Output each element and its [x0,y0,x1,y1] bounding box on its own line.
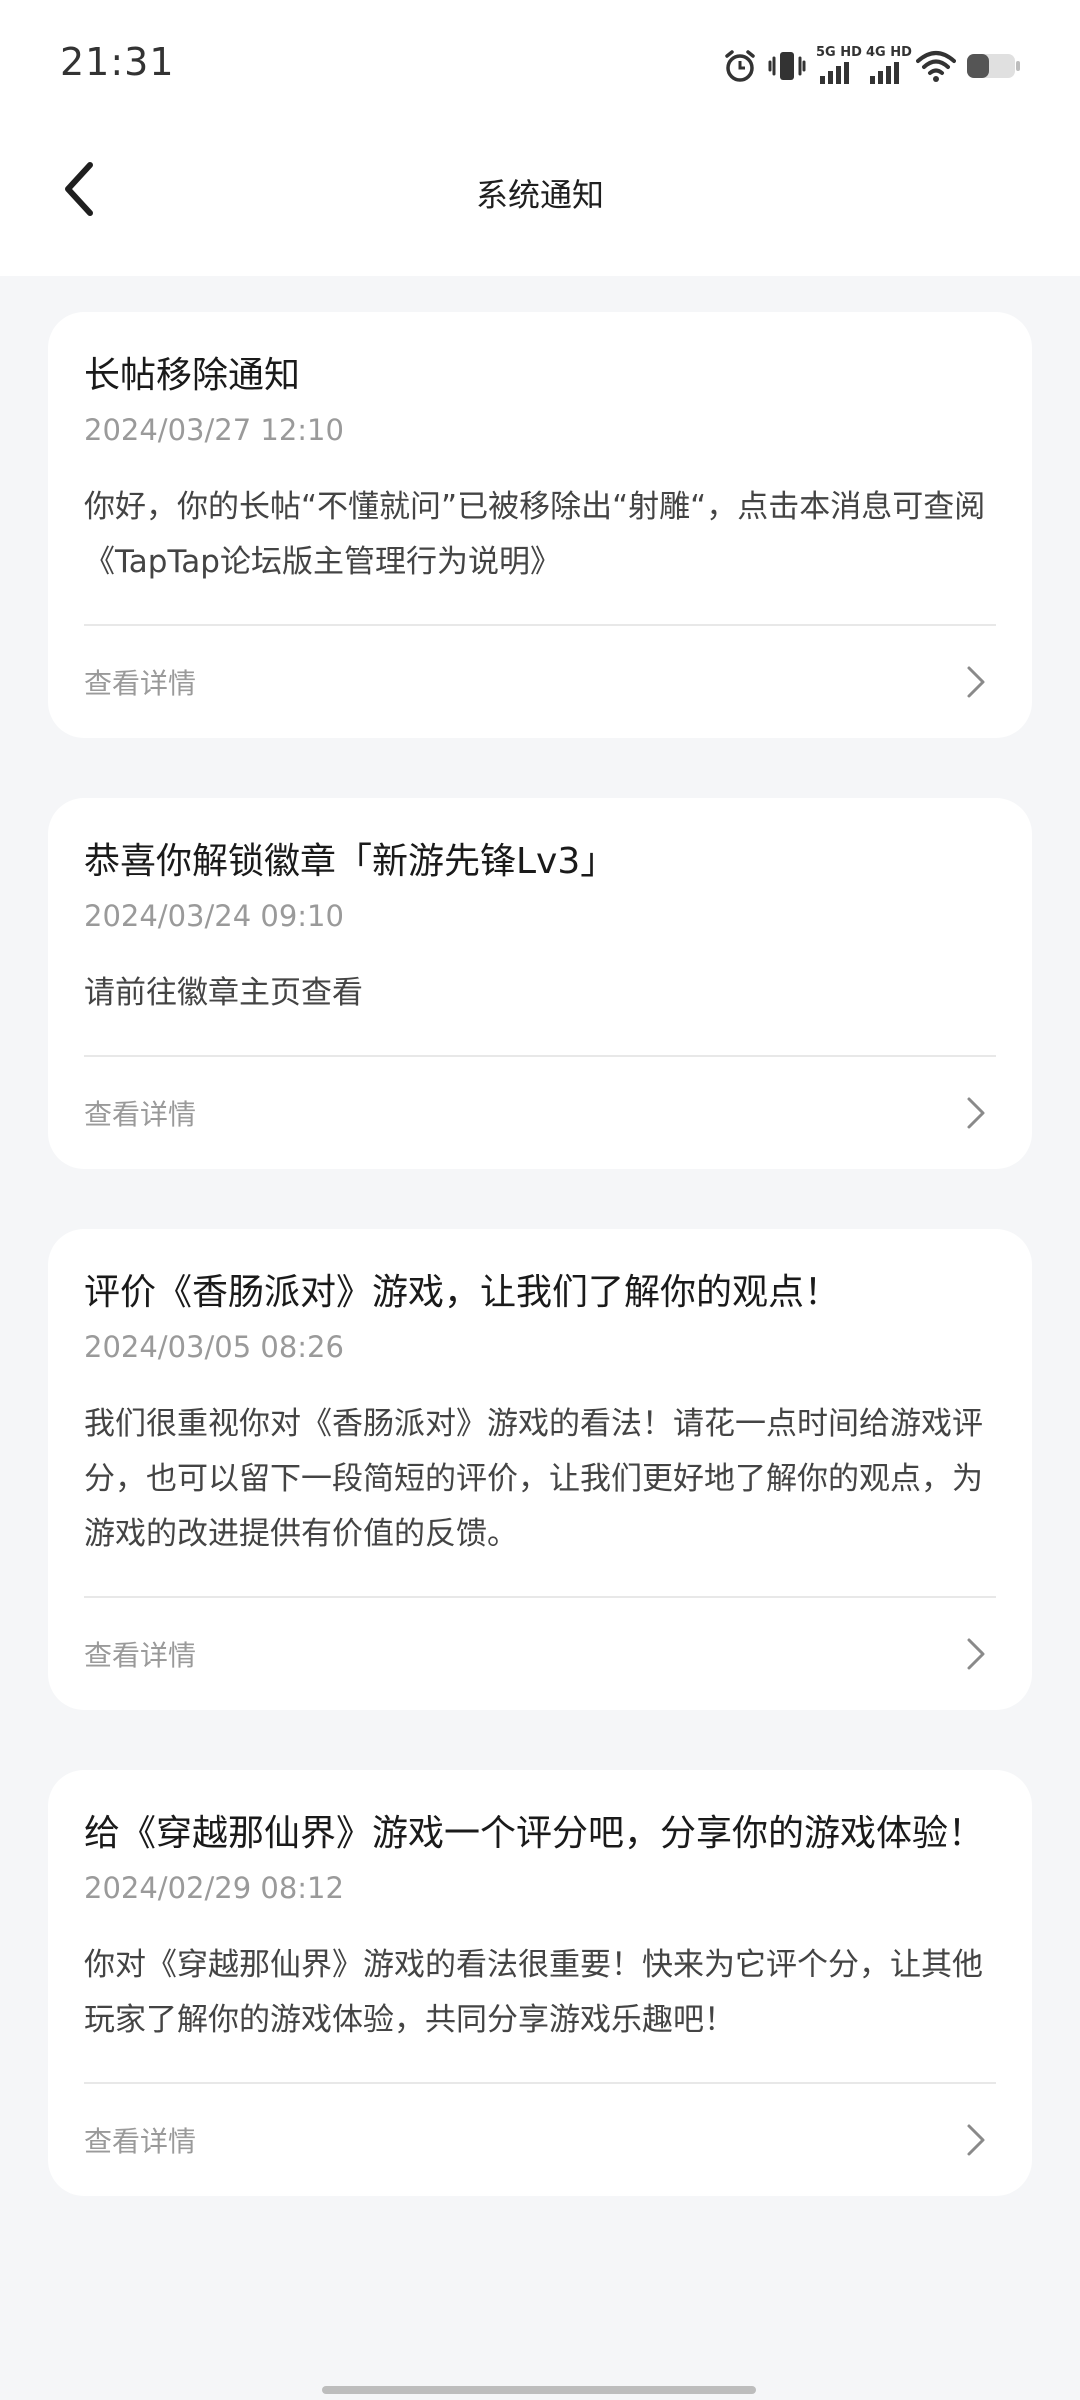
notification-body: 你好，你的长帖“不懂就问”已被移除出“射雕“，点击本消息可查阅《TapTap论坛… [84,489,986,580]
status-bar: 21:31 5G HD 4G HD [0,0,1080,130]
notification-card[interactable]: 评价《香肠派对》游戏，让我们了解你的观点！ 2024/03/05 08:26 我… [48,1229,1032,1710]
home-indicator[interactable] [322,2386,756,2394]
view-details-label: 查看详情 [84,2125,197,2158]
nav-bar: 系统通知 [0,130,1080,256]
notification-time: 2024/03/27 12:10 [84,413,344,447]
top-area: 21:31 5G HD 4G HD 系统通知 [0,0,1080,276]
notification-title: 评价《香肠派对》游戏，让我们了解你的观点！ [84,1272,841,1313]
signal-5g-hd-icon: 5G HD [816,46,862,86]
chevron-right-icon [956,1634,996,1674]
notification-body: 我们很重视你对《香肠派对》游戏的看法！请花一点时间给游戏评分，也可以留下一段简短… [84,1406,983,1552]
battery-icon [966,51,1022,81]
notification-body: 你对《穿越那仙界》游戏的看法很重要！快来为它评个分，让其他玩家了解你的游戏体验，… [84,1947,983,2038]
view-details-button[interactable]: 查看详情 [84,1055,996,1169]
view-details-label: 查看详情 [84,667,197,700]
signal-label-4g: 4G HD [866,45,912,60]
wifi-icon [916,49,956,83]
notification-title: 恭喜你解锁徽章「新游先锋Lv3」 [84,841,617,882]
notification-time: 2024/03/24 09:10 [84,899,344,933]
chevron-right-icon [956,2120,996,2160]
signal-label-5g: 5G HD [816,45,862,60]
status-time: 21:31 [60,40,175,84]
notification-list: 长帖移除通知 2024/03/27 12:10 你好，你的长帖“不懂就问”已被移… [48,312,1032,2256]
notification-time: 2024/03/05 08:26 [84,1330,344,1364]
signal-4g-hd-icon: 4G HD [866,46,912,86]
status-icons: 5G HD 4G HD [722,44,1022,88]
page-title: 系统通知 [475,176,604,214]
chevron-right-icon [956,662,996,702]
view-details-button[interactable]: 查看详情 [84,624,996,738]
vibrate-icon [768,48,806,84]
notification-title: 长帖移除通知 [84,355,301,396]
notification-card[interactable]: 给《穿越那仙界》游戏一个评分吧，分享你的游戏体验！ 2024/02/29 08:… [48,1770,1032,2196]
notification-body: 请前往徽章主页查看 [84,975,363,1011]
notification-card[interactable]: 恭喜你解锁徽章「新游先锋Lv3」 2024/03/24 09:10 请前往徽章主… [48,798,1032,1169]
alarm-icon [722,48,758,84]
chevron-right-icon [956,1093,996,1133]
notification-card[interactable]: 长帖移除通知 2024/03/27 12:10 你好，你的长帖“不懂就问”已被移… [48,312,1032,738]
notification-time: 2024/02/29 08:12 [84,1871,344,1905]
view-details-button[interactable]: 查看详情 [84,2082,996,2196]
view-details-button[interactable]: 查看详情 [84,1596,996,1710]
view-details-label: 查看详情 [84,1639,197,1672]
notification-title: 给《穿越那仙界》游戏一个评分吧，分享你的游戏体验！ [84,1813,985,1854]
view-details-label: 查看详情 [84,1098,197,1131]
